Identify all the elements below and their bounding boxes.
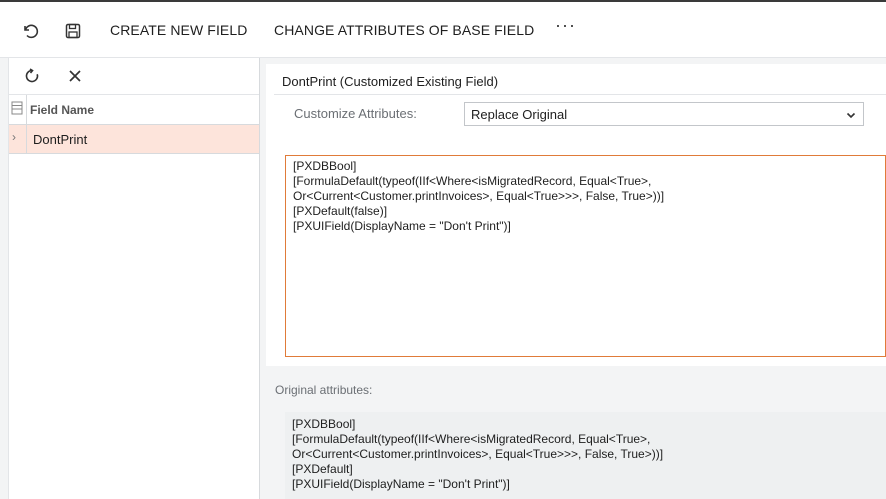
- customize-attributes-value: Replace Original: [471, 107, 568, 122]
- code-line: [PXDefault]: [292, 462, 353, 476]
- field-name-column-header[interactable]: Field Name: [30, 103, 94, 117]
- refresh-icon[interactable]: [22, 66, 42, 86]
- code-line: [PXDBBool]: [292, 417, 356, 431]
- column-separator: [26, 125, 27, 154]
- fields-pane: Field Name › DontPrint: [8, 58, 260, 499]
- field-name-cell[interactable]: DontPrint: [33, 132, 87, 147]
- code-line: Or<Current<Customer.printInvoices>, Equa…: [293, 189, 665, 203]
- fields-pane-toolbar: [9, 58, 259, 95]
- grid-header: Field Name: [9, 95, 259, 125]
- custom-attributes-editor[interactable]: [PXDBBool] [FormulaDefault(typeof(IIf<Wh…: [285, 155, 886, 357]
- code-line: [FormulaDefault(typeof(IIf<Where<isMigra…: [293, 174, 652, 188]
- column-settings-icon[interactable]: [11, 101, 23, 115]
- divider: [274, 94, 886, 95]
- customize-attributes-label: Customize Attributes:: [294, 106, 417, 121]
- chevron-down-icon[interactable]: [845, 108, 857, 120]
- change-attributes-button[interactable]: CHANGE ATTRIBUTES OF BASE FIELD: [274, 22, 534, 38]
- customize-attributes-select[interactable]: Replace Original: [464, 102, 864, 126]
- column-separator: [26, 95, 27, 125]
- code-line: [PXDefault(false)]: [293, 204, 388, 218]
- code-line: [PXUIField(DisplayName = "Don't Print")]: [292, 477, 510, 491]
- more-actions-button[interactable]: ···: [555, 16, 576, 34]
- create-new-field-button[interactable]: CREATE NEW FIELD: [110, 22, 247, 38]
- field-detail-pane: DontPrint (Customized Existing Field) Cu…: [266, 58, 886, 499]
- code-line: [PXDBBool]: [293, 159, 357, 173]
- original-attributes-viewer: [PXDBBool] [FormulaDefault(typeof(IIf<Wh…: [285, 412, 886, 499]
- undo-icon[interactable]: [19, 20, 41, 42]
- field-detail-title: DontPrint (Customized Existing Field): [282, 74, 499, 89]
- original-attributes-label: Original attributes:: [275, 383, 373, 397]
- close-icon[interactable]: [65, 66, 85, 86]
- table-row[interactable]: › DontPrint: [9, 125, 259, 154]
- original-attributes-section: Original attributes: [PXDBBool] [Formula…: [266, 366, 886, 499]
- toolbar: CREATE NEW FIELD CHANGE ATTRIBUTES OF BA…: [0, 2, 886, 58]
- code-line: [FormulaDefault(typeof(IIf<Where<isMigra…: [292, 432, 651, 446]
- code-line: [PXUIField(DisplayName = "Don't Print")]: [293, 219, 511, 233]
- field-detail-card: DontPrint (Customized Existing Field) Cu…: [266, 64, 886, 499]
- chevron-right-icon[interactable]: ›: [12, 130, 16, 144]
- save-icon[interactable]: [62, 20, 84, 42]
- code-line: Or<Current<Customer.printInvoices>, Equa…: [292, 447, 664, 461]
